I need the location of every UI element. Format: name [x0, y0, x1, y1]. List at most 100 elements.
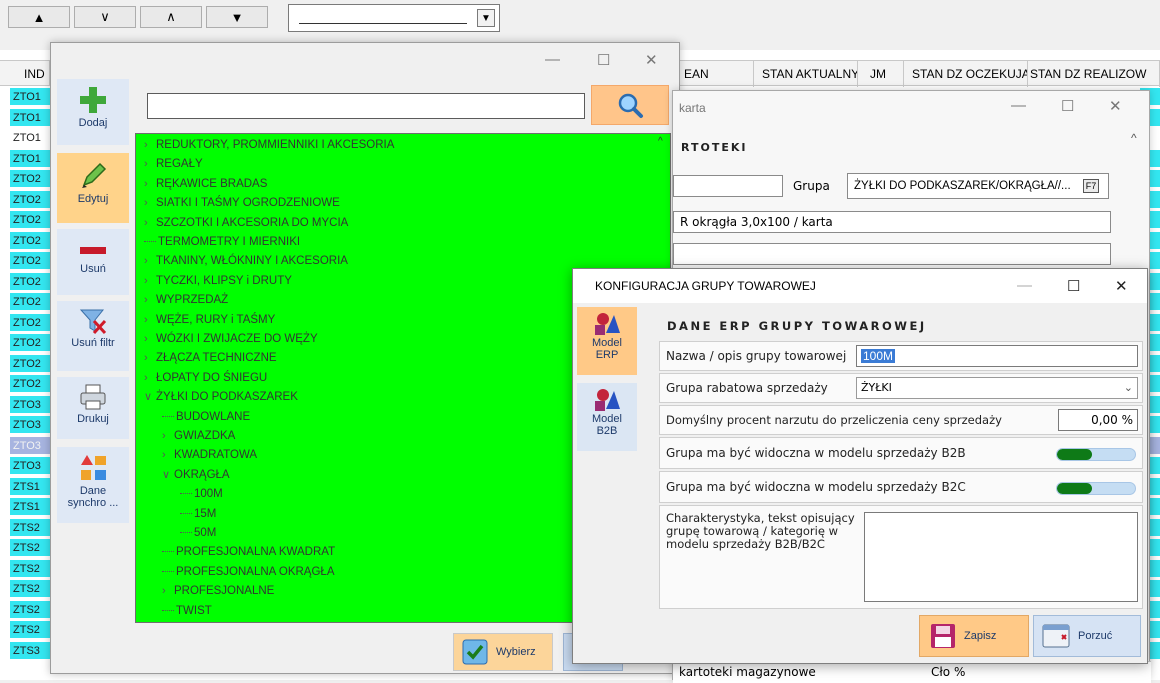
chevron-right-icon[interactable]: ›: [144, 330, 156, 349]
move-down-button[interactable]: ∨: [74, 6, 136, 28]
search-input[interactable]: [147, 93, 585, 119]
chevron-right-icon[interactable]: ›: [162, 446, 174, 465]
tree-item[interactable]: › WÓZKI I ZWIJACZE DO WĘŻY: [144, 330, 318, 349]
group-name-input[interactable]: 100M: [856, 345, 1138, 367]
move-top-button[interactable]: ▲: [8, 6, 70, 28]
tree-item[interactable]: › SIATKI I TAŚMY OGRODZENIOWE: [144, 194, 340, 213]
minimize-icon[interactable]: —: [545, 51, 560, 68]
move-bottom-button[interactable]: ▼: [206, 6, 268, 28]
table-row[interactable]: ZTO1: [10, 129, 50, 147]
tree-item[interactable]: TERMOMETRY I MIERNIKI: [144, 233, 300, 252]
tree-item[interactable]: › ZŁĄCZA TECHNICZNE: [144, 349, 277, 368]
tree-item[interactable]: 15M: [180, 505, 216, 524]
table-row[interactable]: ZTO3: [10, 416, 50, 434]
table-row[interactable]: ZTO2: [10, 211, 50, 229]
scroll-up-icon[interactable]: ^: [1131, 131, 1137, 145]
tab-model-b2b[interactable]: Model B2B: [577, 383, 637, 451]
table-row[interactable]: ZTO2: [10, 231, 50, 250]
code-field[interactable]: [673, 175, 783, 197]
description-textarea[interactable]: [864, 512, 1138, 602]
chevron-right-icon[interactable]: ›: [162, 427, 174, 446]
tree-item[interactable]: › REGAŁY: [144, 155, 203, 174]
maximize-icon[interactable]: ☐: [1067, 277, 1080, 295]
table-row[interactable]: ZTO2: [10, 170, 50, 188]
search-button[interactable]: [591, 85, 669, 125]
table-row[interactable]: ZTO2: [10, 293, 50, 311]
discount-group-select[interactable]: ŻYŁKI ⌄: [856, 377, 1138, 399]
maximize-icon[interactable]: ☐: [597, 51, 610, 69]
move-up-button[interactable]: ∧: [140, 6, 202, 28]
table-row[interactable]: ZTS1: [10, 498, 50, 516]
table-row[interactable]: ZTO2: [10, 375, 50, 393]
close-icon[interactable]: ✕: [645, 51, 658, 69]
table-row[interactable]: ZTS3: [10, 641, 50, 660]
tree-item[interactable]: ∨ OKRĄGŁA: [162, 466, 230, 485]
tree-item[interactable]: › SZCZOTKI I AKCESORIA DO MYCIA: [144, 214, 348, 233]
tree-item[interactable]: › TYCZKI, KLIPSY i DRUTY: [144, 272, 292, 291]
tree-item[interactable]: › TKANINY, WŁÓKNINY I AKCESORIA: [144, 252, 348, 271]
chevron-right-icon[interactable]: ›: [144, 252, 156, 271]
edit-button[interactable]: Edytuj: [57, 153, 129, 223]
name-field[interactable]: R okrągła 3,0x100 / karta: [673, 211, 1111, 233]
tree-item[interactable]: › WĘŻE, RURY i TAŚMY: [144, 311, 275, 330]
maximize-icon[interactable]: ☐: [1061, 97, 1074, 115]
chevron-right-icon[interactable]: ›: [144, 369, 156, 388]
sync-data-button[interactable]: Dane synchro ...: [57, 447, 129, 523]
tree-item[interactable]: BUDOWLANE: [162, 408, 250, 427]
tree-item[interactable]: PROFESJONALNA OKRĄGŁA: [162, 563, 335, 582]
column-header-ean[interactable]: EAN: [680, 61, 754, 87]
tree-item[interactable]: › RĘKAWICE BRADAS: [144, 175, 267, 194]
table-row[interactable]: ZTO1: [10, 149, 50, 168]
table-row[interactable]: ZTO3: [10, 457, 50, 475]
close-icon[interactable]: ✕: [1115, 277, 1128, 295]
minimize-icon[interactable]: —: [1017, 277, 1032, 294]
tree-item[interactable]: › GWIAZDKA: [162, 427, 235, 446]
table-row[interactable]: ZTO2: [10, 272, 50, 291]
tree-item[interactable]: ∨ ŻYŁKI DO PODKASZAREK: [144, 388, 298, 407]
tree-item[interactable]: 50M: [180, 524, 216, 543]
table-row[interactable]: ZTO2: [10, 190, 50, 209]
table-row[interactable]: ZTS1: [10, 477, 50, 496]
column-header-ind[interactable]: IND: [0, 61, 50, 87]
table-row[interactable]: ZTO2: [10, 334, 50, 352]
tree-item[interactable]: › KWADRATOWA: [162, 446, 257, 465]
close-icon[interactable]: ✕: [1109, 97, 1122, 115]
table-row[interactable]: ZTO2: [10, 313, 50, 332]
markup-input[interactable]: 0,00 %: [1058, 409, 1138, 431]
tree-item[interactable]: › WYPRZEDAŻ: [144, 291, 228, 310]
chevron-right-icon[interactable]: ›: [144, 291, 156, 310]
table-row[interactable]: ZTS2: [10, 518, 50, 537]
chevron-right-icon[interactable]: ›: [144, 155, 156, 174]
table-row[interactable]: ZTO2: [10, 252, 50, 270]
table-row[interactable]: ZTO3: [10, 395, 50, 414]
chevron-right-icon[interactable]: ›: [144, 136, 156, 155]
save-button[interactable]: Zapisz: [919, 615, 1029, 657]
column-header-stan-dz-realizow[interactable]: STAN DZ REALIZOW: [1028, 61, 1160, 87]
chevron-right-icon[interactable]: ›: [144, 175, 156, 194]
chevron-down-icon[interactable]: ∨: [162, 466, 174, 485]
tree-item[interactable]: PROFESJONALNA KWADRAT: [162, 543, 335, 562]
name-field-2[interactable]: [673, 243, 1111, 265]
column-header-stan-aktualny[interactable]: STAN AKTUALNY: [754, 61, 858, 87]
tree-item[interactable]: › REDUKTORY, PROMMIENNIKI I AKCESORIA: [144, 136, 394, 155]
f7-button[interactable]: F7: [1083, 179, 1099, 193]
group-field[interactable]: ŻYŁKI DO PODKASZAREK/OKRĄGŁA//...: [847, 173, 1109, 199]
table-row[interactable]: ZTS2: [10, 621, 50, 639]
tab-model-erp[interactable]: Model ERP: [577, 307, 637, 375]
chevron-right-icon[interactable]: ›: [144, 214, 156, 233]
chevron-right-icon[interactable]: ›: [144, 311, 156, 330]
tree-item[interactable]: TWIST: [162, 602, 212, 621]
toolbar-dropdown[interactable]: ▼: [288, 4, 500, 32]
select-button[interactable]: Wybierz: [453, 633, 553, 671]
table-row[interactable]: ZTS2: [10, 539, 50, 557]
table-row[interactable]: ZTS2: [10, 559, 50, 578]
chevron-right-icon[interactable]: ›: [144, 349, 156, 368]
chevron-right-icon[interactable]: ›: [162, 582, 174, 601]
chevron-right-icon[interactable]: ›: [144, 194, 156, 213]
column-header-jm[interactable]: JM: [858, 61, 904, 87]
minimize-icon[interactable]: —: [1011, 97, 1026, 114]
cancel-button[interactable]: Porzuć: [1033, 615, 1141, 657]
delete-button[interactable]: Usuń: [57, 229, 129, 295]
chevron-down-icon[interactable]: ▼: [477, 9, 495, 27]
column-header-stan-dz-oczekujace[interactable]: STAN DZ OCZEKUJĄCE: [904, 61, 1028, 87]
